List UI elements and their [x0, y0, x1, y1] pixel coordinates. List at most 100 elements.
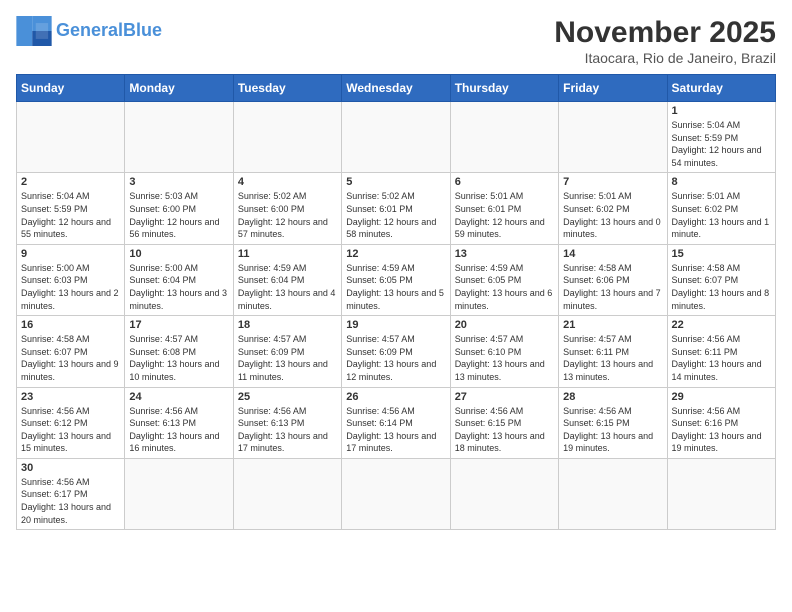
day-info: Sunrise: 5:04 AM Sunset: 5:59 PM Dayligh…	[21, 190, 120, 240]
day-number: 14	[563, 248, 662, 260]
title-block: November 2025 Itaocara, Rio de Janeiro, …	[554, 16, 776, 66]
day-number: 24	[129, 391, 228, 403]
day-info: Sunrise: 5:02 AM Sunset: 6:00 PM Dayligh…	[238, 190, 337, 240]
day-number: 13	[455, 248, 554, 260]
calendar-cell	[450, 102, 558, 173]
day-number: 16	[21, 319, 120, 331]
day-info: Sunrise: 4:56 AM Sunset: 6:17 PM Dayligh…	[21, 476, 120, 526]
calendar-cell: 13 Sunrise: 4:59 AM Sunset: 6:05 PM Dayli…	[450, 244, 558, 315]
calendar-cell: 23Sunrise: 4:56 AM Sunset: 6:12 PM Dayli…	[17, 387, 125, 458]
day-number: 8	[672, 176, 771, 188]
day-info: Sunrise: 4:56 AM Sunset: 6:13 PM Dayligh…	[238, 405, 337, 455]
calendar-cell: 1 Sunrise: 5:04 AM Sunset: 5:59 PM Daylig…	[667, 102, 775, 173]
day-info: Sunrise: 4:57 AM Sunset: 6:08 PM Dayligh…	[129, 333, 228, 383]
day-number: 9	[21, 248, 120, 260]
day-number: 18	[238, 319, 337, 331]
calendar-row: 9 Sunrise: 5:00 AM Sunset: 6:03 PM Daylig…	[17, 244, 776, 315]
day-info: Sunrise: 5:01 AM Sunset: 6:01 PM Dayligh…	[455, 190, 554, 240]
day-number: 4	[238, 176, 337, 188]
day-number: 1	[672, 105, 771, 117]
calendar-cell	[559, 102, 667, 173]
page-header: GeneralBlue November 2025 Itaocara, Rio …	[16, 16, 776, 66]
calendar-cell	[233, 458, 341, 529]
calendar-cell: 24 Sunrise: 4:56 AM Sunset: 6:13 PM Dayli…	[125, 387, 233, 458]
calendar-subtitle: Itaocara, Rio de Janeiro, Brazil	[554, 50, 776, 66]
calendar-cell: 5 Sunrise: 5:02 AM Sunset: 6:01 PM Daylig…	[342, 173, 450, 244]
calendar-cell: 21Sunrise: 4:57 AM Sunset: 6:11 PM Dayli…	[559, 316, 667, 387]
calendar-cell: 9 Sunrise: 5:00 AM Sunset: 6:03 PM Daylig…	[17, 244, 125, 315]
calendar-cell: 14Sunrise: 4:58 AM Sunset: 6:06 PM Dayli…	[559, 244, 667, 315]
day-info: Sunrise: 4:56 AM Sunset: 6:15 PM Dayligh…	[455, 405, 554, 455]
calendar-cell: 4 Sunrise: 5:02 AM Sunset: 6:00 PM Daylig…	[233, 173, 341, 244]
day-number: 27	[455, 391, 554, 403]
day-info: Sunrise: 4:56 AM Sunset: 6:16 PM Dayligh…	[672, 405, 771, 455]
day-number: 5	[346, 176, 445, 188]
day-number: 6	[455, 176, 554, 188]
day-info: Sunrise: 5:00 AM Sunset: 6:04 PM Dayligh…	[129, 262, 228, 312]
logo-general: General	[56, 20, 123, 40]
col-header-sunday: Sunday	[17, 75, 125, 102]
day-info: Sunrise: 4:59 AM Sunset: 6:05 PM Dayligh…	[346, 262, 445, 312]
calendar-cell: 22Sunrise: 4:56 AM Sunset: 6:11 PM Dayli…	[667, 316, 775, 387]
calendar-cell	[125, 102, 233, 173]
calendar-cell: 17 Sunrise: 4:57 AM Sunset: 6:08 PM Dayli…	[125, 316, 233, 387]
day-info: Sunrise: 5:01 AM Sunset: 6:02 PM Dayligh…	[672, 190, 771, 240]
day-number: 30	[21, 462, 120, 474]
day-number: 11	[238, 248, 337, 260]
day-number: 2	[21, 176, 120, 188]
day-number: 29	[672, 391, 771, 403]
day-number: 21	[563, 319, 662, 331]
day-number: 28	[563, 391, 662, 403]
calendar-cell: 27 Sunrise: 4:56 AM Sunset: 6:15 PM Dayli…	[450, 387, 558, 458]
calendar-cell	[125, 458, 233, 529]
calendar-title: November 2025	[554, 16, 776, 50]
day-number: 3	[129, 176, 228, 188]
day-info: Sunrise: 4:56 AM Sunset: 6:15 PM Dayligh…	[563, 405, 662, 455]
logo: GeneralBlue	[16, 16, 162, 46]
day-info: Sunrise: 4:56 AM Sunset: 6:14 PM Dayligh…	[346, 405, 445, 455]
day-info: Sunrise: 5:01 AM Sunset: 6:02 PM Dayligh…	[563, 190, 662, 240]
day-info: Sunrise: 5:04 AM Sunset: 5:59 PM Dayligh…	[672, 119, 771, 169]
calendar-row: 30 Sunrise: 4:56 AM Sunset: 6:17 PM Dayli…	[17, 458, 776, 529]
calendar-cell: 6 Sunrise: 5:01 AM Sunset: 6:01 PM Daylig…	[450, 173, 558, 244]
col-header-monday: Monday	[125, 75, 233, 102]
logo-blue: Blue	[123, 20, 162, 40]
calendar-cell: 26 Sunrise: 4:56 AM Sunset: 6:14 PM Dayli…	[342, 387, 450, 458]
calendar-cell	[17, 102, 125, 173]
day-number: 17	[129, 319, 228, 331]
calendar-cell: 12 Sunrise: 4:59 AM Sunset: 6:05 PM Dayli…	[342, 244, 450, 315]
calendar-cell: 30 Sunrise: 4:56 AM Sunset: 6:17 PM Dayli…	[17, 458, 125, 529]
col-header-wednesday: Wednesday	[342, 75, 450, 102]
logo-text: GeneralBlue	[56, 21, 162, 41]
calendar-cell	[450, 458, 558, 529]
col-header-tuesday: Tuesday	[233, 75, 341, 102]
day-info: Sunrise: 5:02 AM Sunset: 6:01 PM Dayligh…	[346, 190, 445, 240]
day-info: Sunrise: 4:59 AM Sunset: 6:05 PM Dayligh…	[455, 262, 554, 312]
calendar-cell: 25Sunrise: 4:56 AM Sunset: 6:13 PM Dayli…	[233, 387, 341, 458]
calendar-cell: 15Sunrise: 4:58 AM Sunset: 6:07 PM Dayli…	[667, 244, 775, 315]
calendar-cell: 11Sunrise: 4:59 AM Sunset: 6:04 PM Dayli…	[233, 244, 341, 315]
day-number: 12	[346, 248, 445, 260]
calendar-row: 16 Sunrise: 4:58 AM Sunset: 6:07 PM Dayli…	[17, 316, 776, 387]
calendar-cell: 7Sunrise: 5:01 AM Sunset: 6:02 PM Daylig…	[559, 173, 667, 244]
day-number: 19	[346, 319, 445, 331]
col-header-friday: Friday	[559, 75, 667, 102]
col-header-thursday: Thursday	[450, 75, 558, 102]
day-info: Sunrise: 4:56 AM Sunset: 6:13 PM Dayligh…	[129, 405, 228, 455]
calendar-cell: 3Sunrise: 5:03 AM Sunset: 6:00 PM Daylig…	[125, 173, 233, 244]
day-number: 26	[346, 391, 445, 403]
day-info: Sunrise: 5:00 AM Sunset: 6:03 PM Dayligh…	[21, 262, 120, 312]
day-info: Sunrise: 4:57 AM Sunset: 6:09 PM Dayligh…	[238, 333, 337, 383]
calendar-cell: 2 Sunrise: 5:04 AM Sunset: 5:59 PM Daylig…	[17, 173, 125, 244]
calendar-cell	[559, 458, 667, 529]
day-number: 15	[672, 248, 771, 260]
day-number: 20	[455, 319, 554, 331]
calendar-row: 23Sunrise: 4:56 AM Sunset: 6:12 PM Dayli…	[17, 387, 776, 458]
calendar-table: SundayMondayTuesdayWednesdayThursdayFrid…	[16, 74, 776, 530]
calendar-cell	[233, 102, 341, 173]
calendar-cell: 19 Sunrise: 4:57 AM Sunset: 6:09 PM Dayli…	[342, 316, 450, 387]
calendar-cell: 18 Sunrise: 4:57 AM Sunset: 6:09 PM Dayli…	[233, 316, 341, 387]
day-info: Sunrise: 4:58 AM Sunset: 6:07 PM Dayligh…	[21, 333, 120, 383]
calendar-cell: 10Sunrise: 5:00 AM Sunset: 6:04 PM Dayli…	[125, 244, 233, 315]
day-info: Sunrise: 4:57 AM Sunset: 6:09 PM Dayligh…	[346, 333, 445, 383]
